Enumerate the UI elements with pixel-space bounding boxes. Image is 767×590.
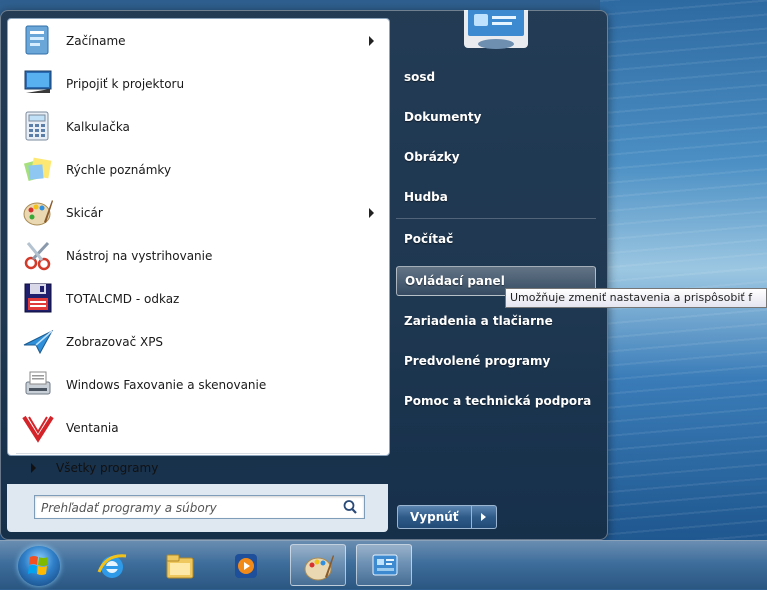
- expand-arrow-icon: [31, 463, 36, 473]
- taskbar-internet-explorer[interactable]: [84, 544, 140, 586]
- windows-logo-icon: [28, 556, 48, 575]
- program-label: Kalkulačka: [66, 120, 130, 134]
- link-user-folder[interactable]: sosd: [396, 62, 596, 92]
- programs-pane: Začíname Pripojiť k projektoru Kalkulačk…: [7, 18, 390, 456]
- divider: [16, 453, 380, 454]
- taskbar-file-explorer[interactable]: [152, 544, 208, 586]
- link-default-programs[interactable]: Predvolené programy: [396, 346, 596, 376]
- calculator-icon: [22, 110, 56, 144]
- program-item-ventania[interactable]: Ventania: [10, 408, 386, 448]
- program-item-xps-viewer[interactable]: Zobrazovač XPS: [10, 322, 386, 362]
- search-box[interactable]: [34, 495, 365, 519]
- paint-icon: [304, 555, 334, 581]
- program-label: Nástroj na vystrihovanie: [66, 249, 213, 263]
- projector-icon: [22, 67, 56, 101]
- search-input[interactable]: [39, 498, 339, 518]
- scissors-icon: [22, 239, 56, 273]
- program-item-projector[interactable]: Pripojiť k projektoru: [10, 64, 386, 104]
- program-label: Rýchle poznámky: [66, 163, 172, 177]
- control-panel-icon: [372, 554, 398, 576]
- link-devices-printers[interactable]: Zariadenia a tlačiarne: [396, 306, 596, 336]
- taskbar-control-panel[interactable]: [356, 544, 412, 586]
- shutdown-group: Vypnúť: [397, 505, 497, 529]
- arrow-right-icon: [481, 513, 487, 521]
- start-button[interactable]: [18, 546, 60, 586]
- shutdown-options-button[interactable]: [471, 505, 497, 529]
- desktop-background: [600, 0, 767, 540]
- ventania-logo-icon: [22, 411, 56, 445]
- link-computer[interactable]: Počítač: [396, 224, 596, 254]
- internet-explorer-icon: [97, 554, 127, 578]
- sticky-notes-icon: [22, 153, 56, 187]
- floppy-disk-icon: [22, 282, 56, 316]
- start-menu: Začíname Pripojiť k projektoru Kalkulačk…: [0, 10, 608, 540]
- taskbar: [0, 540, 767, 589]
- link-music[interactable]: Hudba: [396, 182, 596, 212]
- program-item-snipping-tool[interactable]: Nástroj na vystrihovanie: [10, 236, 386, 276]
- program-label: TOTALCMD - odkaz: [66, 292, 180, 306]
- all-programs-label: Všetky programy: [56, 461, 159, 475]
- submenu-arrow-icon[interactable]: [369, 208, 374, 218]
- search-icon[interactable]: [342, 499, 358, 515]
- file-explorer-icon: [166, 554, 194, 579]
- user-picture-icon[interactable]: [460, 10, 532, 50]
- taskbar-media-player[interactable]: [218, 544, 274, 586]
- program-label: Windows Faxovanie a skenovanie: [66, 378, 267, 392]
- getting-started-icon: [22, 24, 56, 58]
- fax-scanner-icon: [22, 368, 56, 402]
- program-label: Zobrazovač XPS: [66, 335, 164, 349]
- xps-viewer-icon: [22, 325, 56, 359]
- shutdown-button[interactable]: Vypnúť: [397, 505, 472, 529]
- program-item-fax-scan[interactable]: Windows Faxovanie a skenovanie: [10, 365, 386, 405]
- program-label: Začíname: [66, 34, 126, 48]
- divider: [396, 218, 596, 219]
- submenu-arrow-icon[interactable]: [369, 36, 374, 46]
- taskbar-paint[interactable]: [290, 544, 346, 586]
- media-player-icon: [235, 554, 257, 578]
- link-documents[interactable]: Dokumenty: [396, 102, 596, 132]
- program-item-totalcmd[interactable]: TOTALCMD - odkaz: [10, 279, 386, 319]
- program-item-zaciname[interactable]: Začíname: [10, 21, 386, 61]
- link-help-support[interactable]: Pomoc a technická podpora: [396, 386, 596, 416]
- all-programs-button[interactable]: Všetky programy: [9, 456, 390, 480]
- tooltip: Umožňuje zmeniť nastavenia a prispôsobiť…: [505, 288, 767, 308]
- link-pictures[interactable]: Obrázky: [396, 142, 596, 172]
- program-label: Pripojiť k projektoru: [66, 77, 185, 91]
- program-item-calculator[interactable]: Kalkulačka: [10, 107, 386, 147]
- program-label: Ventania: [66, 421, 119, 435]
- program-label: Skicár: [66, 206, 103, 220]
- program-item-paint[interactable]: Skicár: [10, 193, 386, 233]
- program-item-sticky-notes[interactable]: Rýchle poznámky: [10, 150, 386, 190]
- paint-icon: [22, 196, 56, 230]
- search-area: [7, 484, 388, 532]
